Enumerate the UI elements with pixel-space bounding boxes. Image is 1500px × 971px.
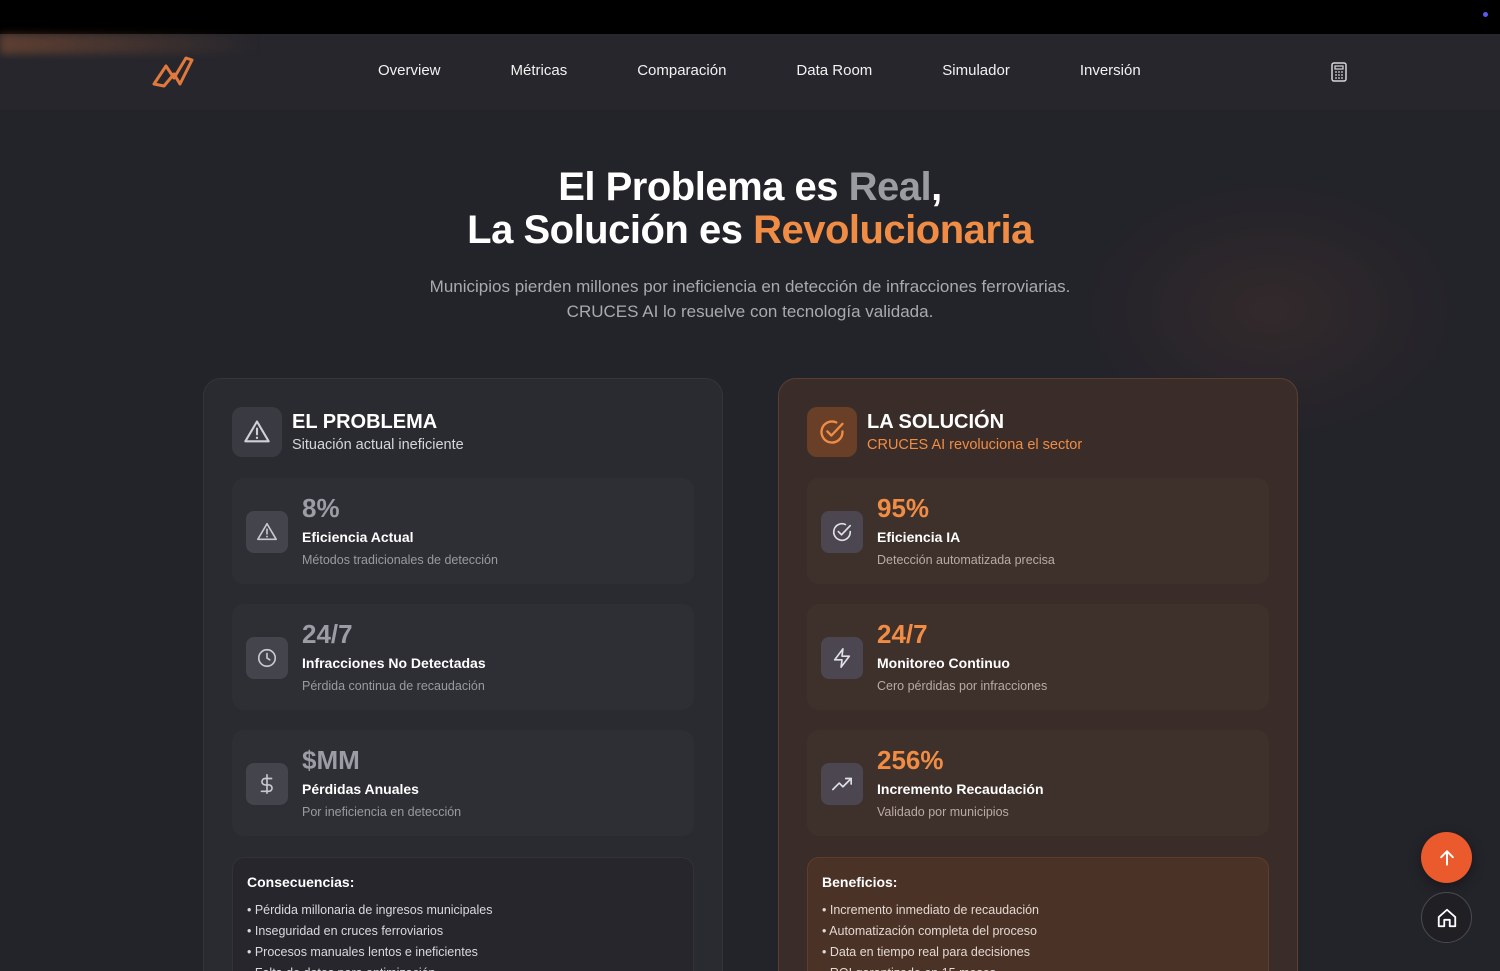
problem-card: EL PROBLEMA Situación actual ineficiente… bbox=[203, 378, 723, 971]
consequences-list: Consecuencias: • Pérdida millonaria de i… bbox=[232, 857, 694, 971]
hero-title-line1-prefix: El Problema es bbox=[558, 165, 849, 209]
hero-subtitle-line2: CRUCES AI lo resuelve con tecnología val… bbox=[566, 302, 934, 321]
metric-value: 24/7 bbox=[302, 619, 353, 649]
scroll-to-top-button[interactable] bbox=[1421, 832, 1472, 883]
nav-simulador[interactable]: Simulador bbox=[942, 62, 1010, 79]
metric-description: Validado por municipios bbox=[877, 805, 1009, 819]
trending-up-icon bbox=[821, 763, 863, 805]
list-item: • Incremento inmediato de recaudación bbox=[822, 903, 1040, 917]
solution-card-header: LA SOLUCIÓN CRUCES AI revoluciona el sec… bbox=[807, 407, 1269, 457]
solution-metric-revenue: 256% Incremento Recaudación Validado por… bbox=[807, 730, 1269, 836]
metric-value: 8% bbox=[302, 493, 340, 523]
hero-title-real: Real bbox=[848, 165, 932, 209]
problem-title: EL PROBLEMA bbox=[292, 410, 438, 433]
navbar-glow bbox=[0, 34, 260, 54]
metric-value: 256% bbox=[877, 745, 944, 775]
arrow-up-icon bbox=[1439, 849, 1454, 866]
nav-data-room[interactable]: Data Room bbox=[796, 62, 872, 79]
check-circle-icon bbox=[807, 407, 857, 457]
nav-overview[interactable]: Overview bbox=[378, 62, 441, 79]
lightning-icon bbox=[821, 637, 863, 679]
dollar-icon bbox=[246, 763, 288, 805]
hero-subtitle-line1: Municipios pierden millones por ineficie… bbox=[429, 277, 1071, 296]
metric-label: Infracciones No Detectadas bbox=[302, 655, 486, 671]
home-icon bbox=[1437, 908, 1456, 927]
problem-metric-efficiency: 8% Eficiencia Actual Métodos tradicional… bbox=[232, 478, 694, 584]
nav-links: Overview Métricas Comparación Data Room … bbox=[378, 62, 1211, 79]
warning-triangle-icon bbox=[246, 511, 288, 553]
calculator-icon[interactable] bbox=[1328, 61, 1350, 83]
nav-comparacion[interactable]: Comparación bbox=[637, 62, 726, 79]
nav-metricas[interactable]: Métricas bbox=[511, 62, 568, 79]
list-item: • Pérdida millonaria de ingresos municip… bbox=[247, 903, 493, 917]
metric-value: $MM bbox=[302, 745, 360, 775]
problem-metric-losses: $MM Pérdidas Anuales Por ineficiencia en… bbox=[232, 730, 694, 836]
hero-title-comma: , bbox=[931, 165, 942, 209]
problem-card-header: EL PROBLEMA Situación actual ineficiente bbox=[232, 407, 694, 457]
hero-title-line2-prefix: La Solución es bbox=[467, 208, 754, 252]
benefits-title: Beneficios: bbox=[822, 874, 898, 890]
solution-card: LA SOLUCIÓN CRUCES AI revoluciona el sec… bbox=[778, 378, 1298, 971]
metric-value: 24/7 bbox=[877, 619, 928, 649]
list-item: • ROI garantizado en 15 meses bbox=[822, 963, 1254, 971]
hero-section: El Problema es Real, La Solución es Revo… bbox=[0, 166, 1500, 324]
hero-title-revolucionaria: Revolucionaria bbox=[753, 208, 1033, 252]
solution-metric-monitoring: 24/7 Monitoreo Continuo Cero pérdidas po… bbox=[807, 604, 1269, 710]
problem-subtitle: Situación actual ineficiente bbox=[292, 436, 464, 453]
metric-description: Pérdida continua de recaudación bbox=[302, 679, 485, 693]
clock-icon bbox=[246, 637, 288, 679]
metric-label: Pérdidas Anuales bbox=[302, 781, 419, 797]
solution-metric-efficiency: 95% Eficiencia IA Detección automatizada… bbox=[807, 478, 1269, 584]
list-item: • Procesos manuales lentos e ineficiente… bbox=[247, 945, 478, 959]
consequences-title: Consecuencias: bbox=[247, 874, 355, 890]
metric-description: Métodos tradicionales de detección bbox=[302, 553, 498, 567]
metric-description: Por ineficiencia en detección bbox=[302, 805, 462, 819]
home-button[interactable] bbox=[1421, 892, 1472, 943]
list-item: • Automatización completa del proceso bbox=[822, 924, 1037, 938]
benefits-list: Beneficios: • Incremento inmediato de re… bbox=[807, 857, 1269, 971]
metric-label: Eficiencia IA bbox=[877, 529, 961, 545]
brand-logo-icon[interactable] bbox=[150, 54, 198, 90]
metric-label: Eficiencia Actual bbox=[302, 529, 414, 545]
check-circle-icon bbox=[821, 511, 863, 553]
metric-value: 95% bbox=[877, 493, 930, 523]
nav-inversion[interactable]: Inversión bbox=[1080, 62, 1141, 79]
status-dot bbox=[1483, 12, 1488, 17]
warning-triangle-icon bbox=[232, 407, 282, 457]
metric-description: Cero pérdidas por infracciones bbox=[877, 679, 1048, 693]
problem-metric-undetected: 24/7 Infracciones No Detectadas Pérdida … bbox=[232, 604, 694, 710]
metric-description: Detección automatizada precisa bbox=[877, 553, 1055, 567]
hero-title: El Problema es Real, La Solución es Revo… bbox=[0, 166, 1500, 252]
solution-subtitle: CRUCES AI revoluciona el sector bbox=[867, 436, 1083, 453]
solution-title: LA SOLUCIÓN bbox=[867, 410, 1005, 433]
list-item: • Inseguridad en cruces ferroviarios bbox=[247, 924, 444, 938]
list-item: • Falta de datos para optimización bbox=[247, 963, 679, 971]
list-item: • Data en tiempo real para decisiones bbox=[822, 945, 1030, 959]
metric-label: Monitoreo Continuo bbox=[877, 655, 1010, 671]
browser-top-bar bbox=[0, 0, 1500, 34]
hero-subtitle: Municipios pierden millones por ineficie… bbox=[0, 274, 1500, 324]
metric-label: Incremento Recaudación bbox=[877, 781, 1044, 797]
